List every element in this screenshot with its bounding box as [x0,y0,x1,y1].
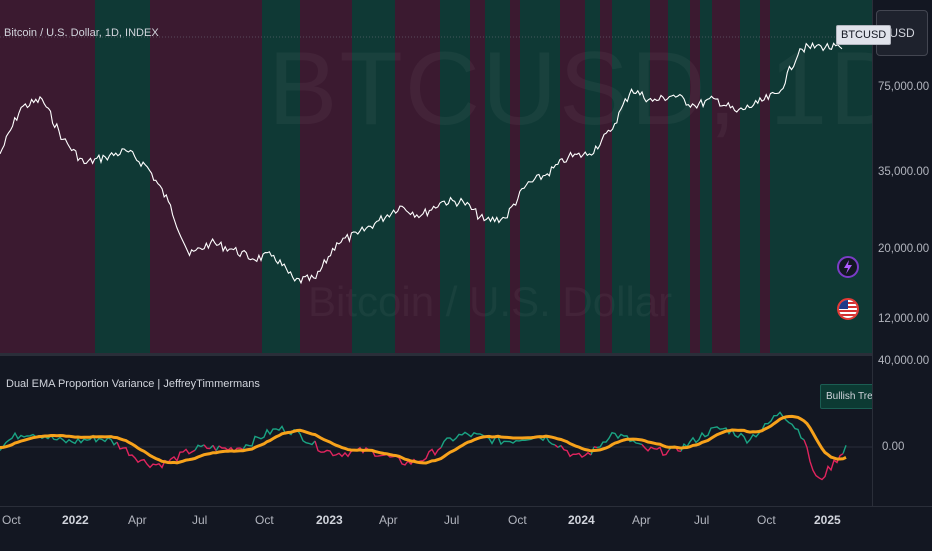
time-tick-label: Apr [379,513,398,527]
variance-ema-line [0,414,847,465]
price-tick-label: 35,000.00 [878,166,930,178]
chart-legend-title[interactable]: Bitcoin / U.S. Dollar, 1D, INDEX [4,27,159,39]
us-flag-icon[interactable] [837,298,859,320]
regime-band [0,0,95,353]
time-tick-label: 2022 [62,513,89,527]
time-tick-label: Jul [444,513,460,527]
indicator-title[interactable]: Dual EMA Proportion Variance | JeffreyTi… [6,378,260,390]
time-tick-label: 2023 [316,513,343,527]
regime-band [150,0,262,353]
time-tick-label: Oct [508,513,527,527]
price-tick-label: 12,000.00 [878,313,930,325]
price-tick-label: 20,000.00 [878,243,930,255]
regime-band [95,0,150,353]
time-tick-label: Jul [694,513,710,527]
symbol-price-badge: BTCUSD [836,25,892,45]
symbol-watermark: BTCUSD, 1D [268,30,872,149]
time-tick-label: 2024 [568,513,595,527]
time-tick-label: Apr [128,513,147,527]
description-watermark: Bitcoin / U.S. Dollar [308,278,672,326]
variance-negative-line [117,440,846,480]
time-tick-label: Oct [255,513,274,527]
time-tick-label: Oct [2,513,21,527]
us-flag-glyph [839,300,857,318]
lightning-glyph [844,260,852,274]
indicator-tick-label: 40,000.00 [878,355,930,367]
indicator-tick-label: 0.00 [882,441,905,453]
time-tick-label: Apr [632,513,651,527]
time-tick-label: 2025 [814,513,841,527]
price-tick-label: 75,000.00 [878,81,930,93]
chart-window: BTCUSD, 1D Bitcoin / U.S. Dollar Bitcoin… [0,0,932,551]
lightning-icon[interactable] [837,256,859,278]
time-tick-label: Jul [192,513,208,527]
price-pane[interactable]: BTCUSD, 1D Bitcoin / U.S. Dollar [0,0,872,353]
time-tick-label: Oct [757,513,776,527]
